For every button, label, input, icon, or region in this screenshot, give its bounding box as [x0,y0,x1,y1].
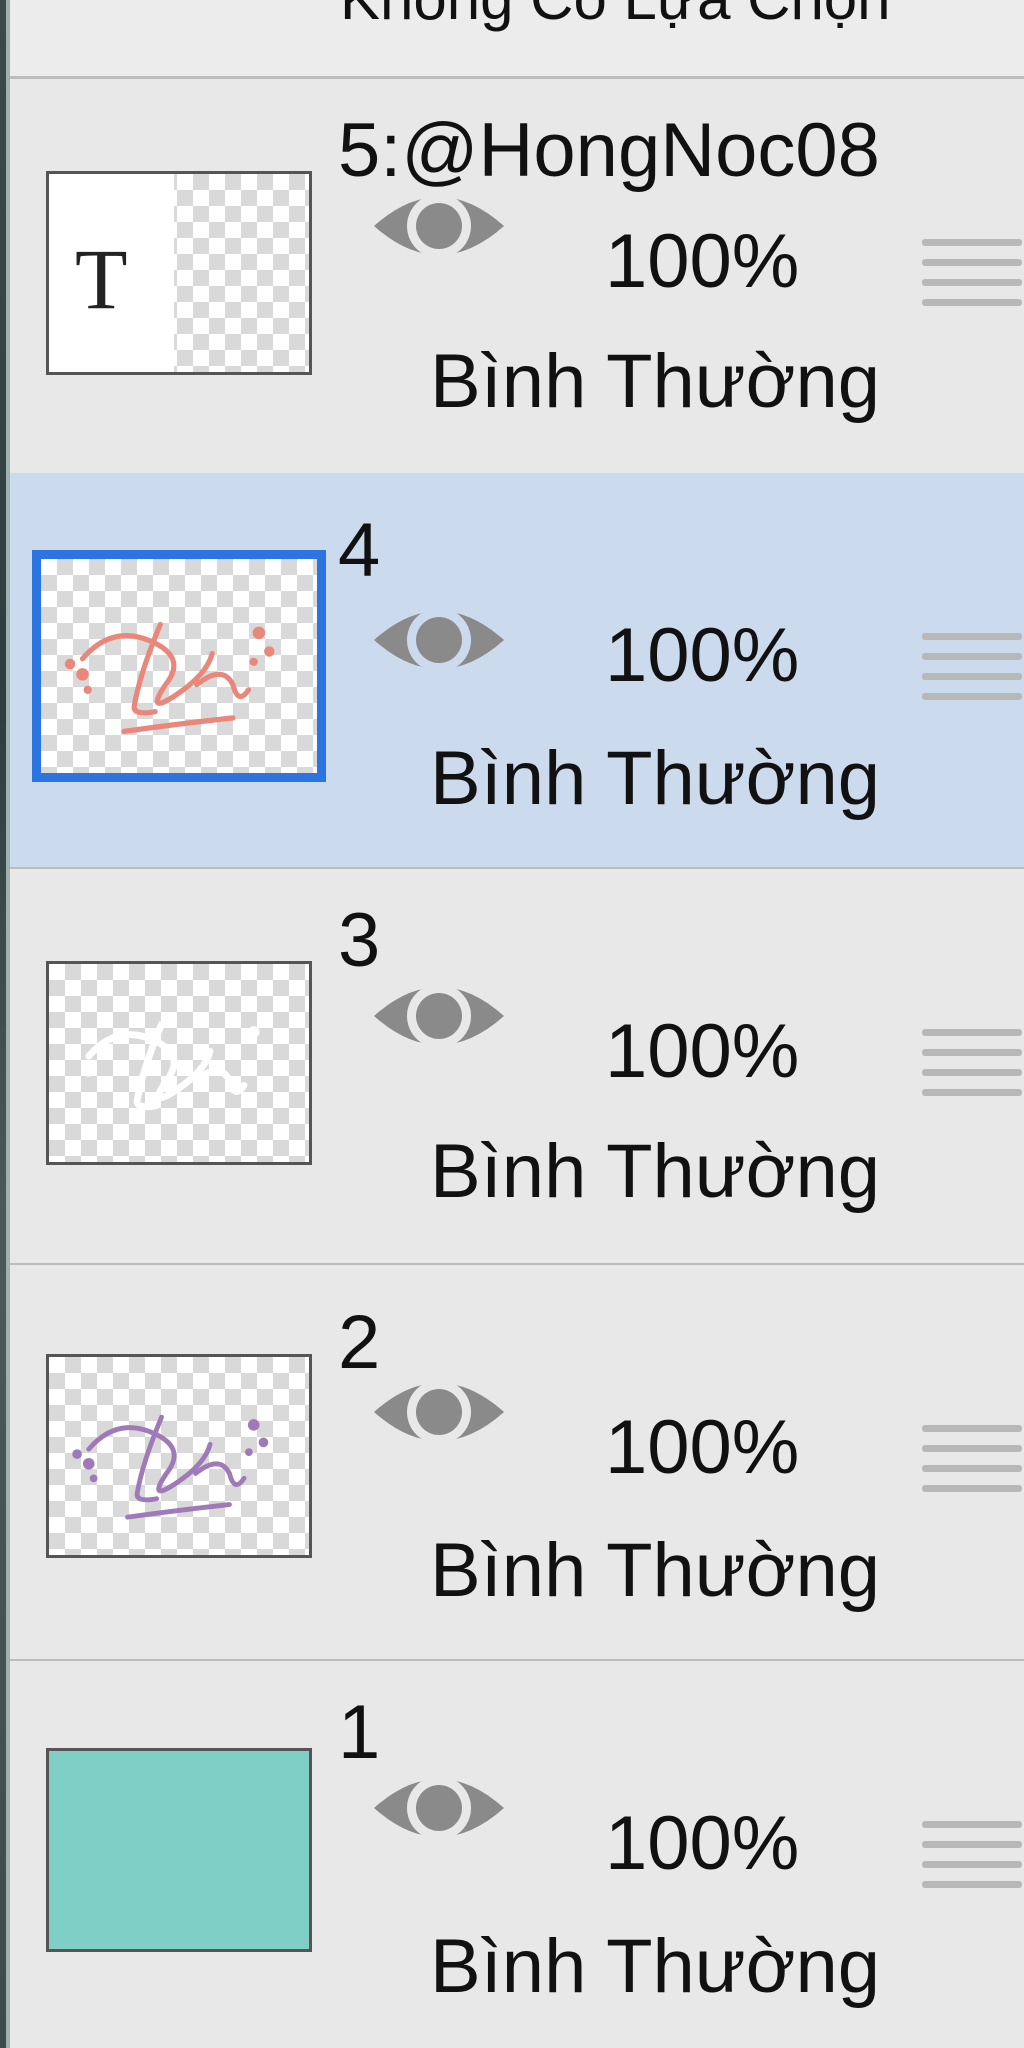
layer-thumbnail[interactable] [46,1354,312,1558]
layer-opacity[interactable]: 100% [605,1806,799,1882]
blend-mode[interactable]: Bình Thường [430,1134,880,1210]
layer-thumbnail[interactable] [46,961,312,1165]
layer-opacity[interactable]: 100% [605,618,799,694]
layer-opacity[interactable]: 100% [605,1014,799,1090]
selection-status-text: Không Có Lựa Chọn [340,0,891,33]
canvas-edge [0,0,10,2048]
layer-thumbnail[interactable] [46,1748,312,1952]
layer-opacity[interactable]: 100% [605,224,799,300]
purple-lettering-art [72,1414,269,1520]
eye-icon[interactable] [370,590,508,690]
pink-lettering-art [64,621,275,734]
blend-mode[interactable]: Bình Thường [430,741,880,817]
layer-name: 4 [338,508,381,593]
layer-row-3[interactable]: 3 100% Bình Thường [10,869,1024,1266]
eye-icon[interactable] [370,1758,508,1858]
layer-row-1[interactable]: 1 100% Bình Thường [10,1661,1024,2048]
drag-handle-icon[interactable] [922,1019,1022,1115]
drag-handle-icon[interactable] [922,1811,1022,1907]
selection-status-bar[interactable]: Không Có Lựa Chọn [10,0,1024,79]
layer-thumbnail[interactable] [32,550,326,782]
layer-opacity[interactable]: 100% [605,1410,799,1486]
drag-handle-icon[interactable] [922,1415,1022,1511]
drag-handle-icon[interactable] [922,229,1022,325]
text-layer-icon: T [75,231,128,327]
layer-row-2[interactable]: 2 100% Bình Thường [10,1265,1024,1662]
eye-icon[interactable] [370,966,508,1066]
layer-thumbnail[interactable]: T [46,171,312,375]
layer-row-5[interactable]: T 5:@HongNoc08 100% Bình Thường [10,79,1024,476]
white-lettering-art [82,1020,260,1111]
blend-mode[interactable]: Bình Thường [430,1533,880,1609]
blend-mode[interactable]: Bình Thường [430,344,880,420]
eye-icon[interactable] [370,1362,508,1462]
blend-mode[interactable]: Bình Thường [430,1929,880,2005]
eye-icon[interactable] [370,176,508,276]
drag-handle-icon[interactable] [922,623,1022,719]
layer-row-4[interactable]: 4 100% Bình Thường [10,473,1024,870]
